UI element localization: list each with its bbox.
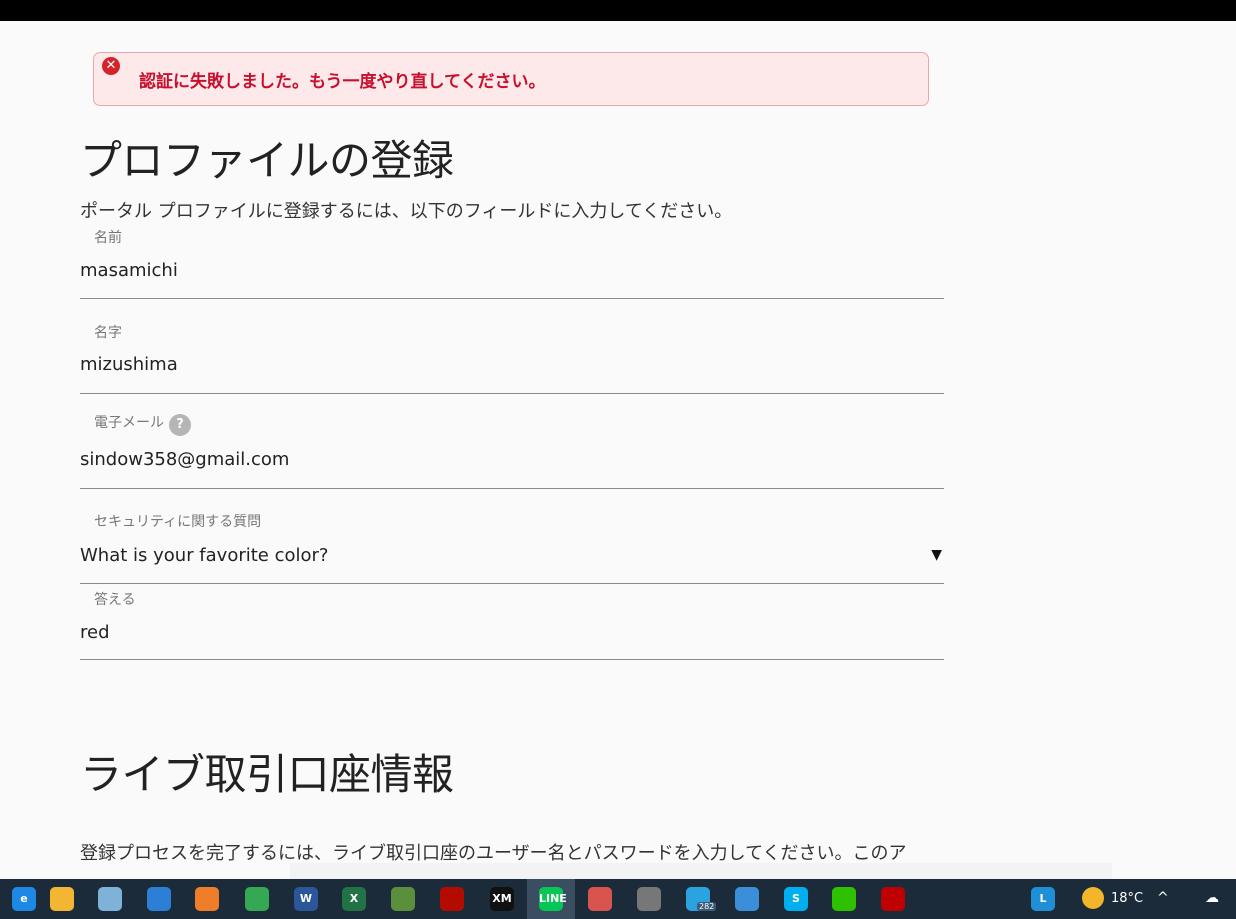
live-account-intro: 登録プロセスを完了するには、ライブ取引口座のユーザー名とパスワードを入力してくだ… [80,843,907,863]
registration-page: ✕ 認証に失敗しました。もう一度やり直してください。 プロファイルの登録 ポータ… [0,21,1236,863]
photos-taskbar-button[interactable] [135,879,183,919]
security-question-value[interactable]: What is your favorite color? [80,545,328,566]
notes-taskbar-button[interactable] [86,879,134,919]
office-icon [588,887,612,911]
error-message: 認証に失敗しました。もう一度やり直してください。 [139,72,546,92]
word-taskbar-button[interactable]: W [282,879,330,919]
xm-taskbar-button[interactable]: XM [478,879,526,919]
last-name-field[interactable]: 名字 mizushima [80,321,944,394]
answer-field[interactable]: 答える red [80,587,944,660]
weather-icon[interactable] [1082,887,1104,909]
acrobat-icon [440,887,464,911]
email-label: 電子メール [94,415,164,431]
error-icon: ✕ [102,57,120,75]
wechat-icon [832,887,856,911]
office-taskbar-button[interactable] [576,879,624,919]
wechat-taskbar-button[interactable] [820,879,868,919]
app-icon [391,887,415,911]
launcher-icon: L [1031,887,1055,911]
file-explorer-taskbar-button[interactable] [38,879,86,919]
xm-icon: XM [490,887,514,911]
taskbar: e W X XM LINE 282 S L 18°C ^ ☁ [0,879,1236,919]
excel-icon: X [342,887,366,911]
media-player-icon [195,887,219,911]
filezilla-taskbar-button[interactable] [869,879,917,919]
temperature[interactable]: 18°C [1111,891,1143,906]
window-top-bar [0,0,1236,21]
telegram-taskbar-button[interactable]: 282 [674,879,722,919]
first-name-value[interactable]: masamichi [80,260,178,281]
security-question-label: セキュリティに関する質問 [94,514,262,530]
word-icon: W [294,887,318,911]
chrome-taskbar-button[interactable] [233,879,281,919]
line-taskbar-button[interactable]: LINE [527,879,575,919]
chrome-icon [245,887,269,911]
first-name-label: 名前 [94,230,122,246]
acrobat-taskbar-button[interactable] [428,879,476,919]
line-icon: LINE [539,887,567,911]
security-question-select[interactable]: セキュリティに関する質問 What is your favorite color… [80,509,944,584]
profile-intro: ポータル プロファイルに登録するには、以下のフィールドに入力してください。 [80,201,733,222]
notification-badge: 282 [697,902,717,911]
help-icon[interactable]: ? [169,414,191,436]
error-alert: ✕ 認証に失敗しました。もう一度やり直してください。 [93,52,929,106]
background-window-strip [290,863,1112,879]
yandex-taskbar-button[interactable] [625,879,673,919]
excel-taskbar-button[interactable]: X [330,879,378,919]
answer-label: 答える [94,592,136,608]
yandex-icon [637,887,661,911]
first-name-field[interactable]: 名前 masamichi [80,225,944,299]
photos-icon [147,887,171,911]
skype-taskbar-button[interactable]: S [772,879,820,919]
chevron-down-icon[interactable]: ▼ [931,547,942,563]
edge-icon: e [12,887,36,911]
last-name-value[interactable]: mizushima [80,354,178,375]
email-value[interactable]: sindow358@gmail.com [80,449,289,470]
cloud-icon[interactable]: ☁ [1205,890,1219,906]
skype-icon: S [784,887,808,911]
media-player-taskbar-button[interactable] [183,879,231,919]
notes-icon [98,887,122,911]
vpn-taskbar-button[interactable] [723,879,771,919]
profile-title: プロファイルの登録 [80,136,454,185]
email-field[interactable]: 電子メール ? sindow358@gmail.com [80,411,944,489]
launcher-taskbar-button[interactable]: L [1019,879,1067,919]
tray-chevron-icon[interactable]: ^ [1157,890,1169,906]
file-explorer-icon [50,887,74,911]
live-account-title: ライブ取引口座情報 [80,750,454,799]
last-name-label: 名字 [94,325,122,341]
app-taskbar-button[interactable] [379,879,427,919]
answer-value[interactable]: red [80,622,110,643]
filezilla-icon [881,887,905,911]
vpn-icon [735,887,759,911]
